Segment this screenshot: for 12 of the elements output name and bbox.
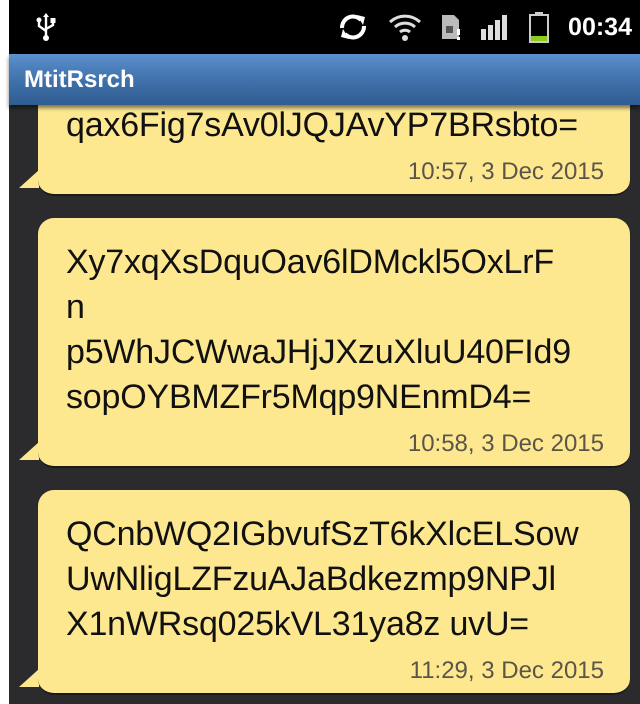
message-text: Xy7xqXsDquOav6lDMckl5OxLrF n p5WhJCWwaJHjJXzuXluU40FId9 sopOYBMZFr5Mqp9NEnmD4=: [66, 242, 572, 418]
usb-icon: [35, 12, 57, 42]
battery-icon: [528, 11, 550, 43]
sim-card-icon: [440, 12, 462, 42]
message-text: QCnbWQ2IGbvufSzT6kXlcELSow UwNligLZFzuAJaBdkezmp9NPJl X1nWRsq025kVL31ya8z uvU=: [66, 514, 580, 645]
message-timestamp: 11:29, 3 Dec 2015: [410, 657, 604, 685]
message-timestamp: 10:58, 3 Dec 2015: [408, 430, 604, 458]
message-text: qax6Fig7sAv0lJQJAvYP7BRsbto=: [66, 105, 579, 146]
clock-time: 00:34: [568, 12, 632, 42]
wifi-icon: [388, 12, 422, 42]
app-title: MtitRsrch: [24, 66, 135, 94]
message-timestamp: 10:57, 3 Dec 2015: [408, 158, 604, 186]
